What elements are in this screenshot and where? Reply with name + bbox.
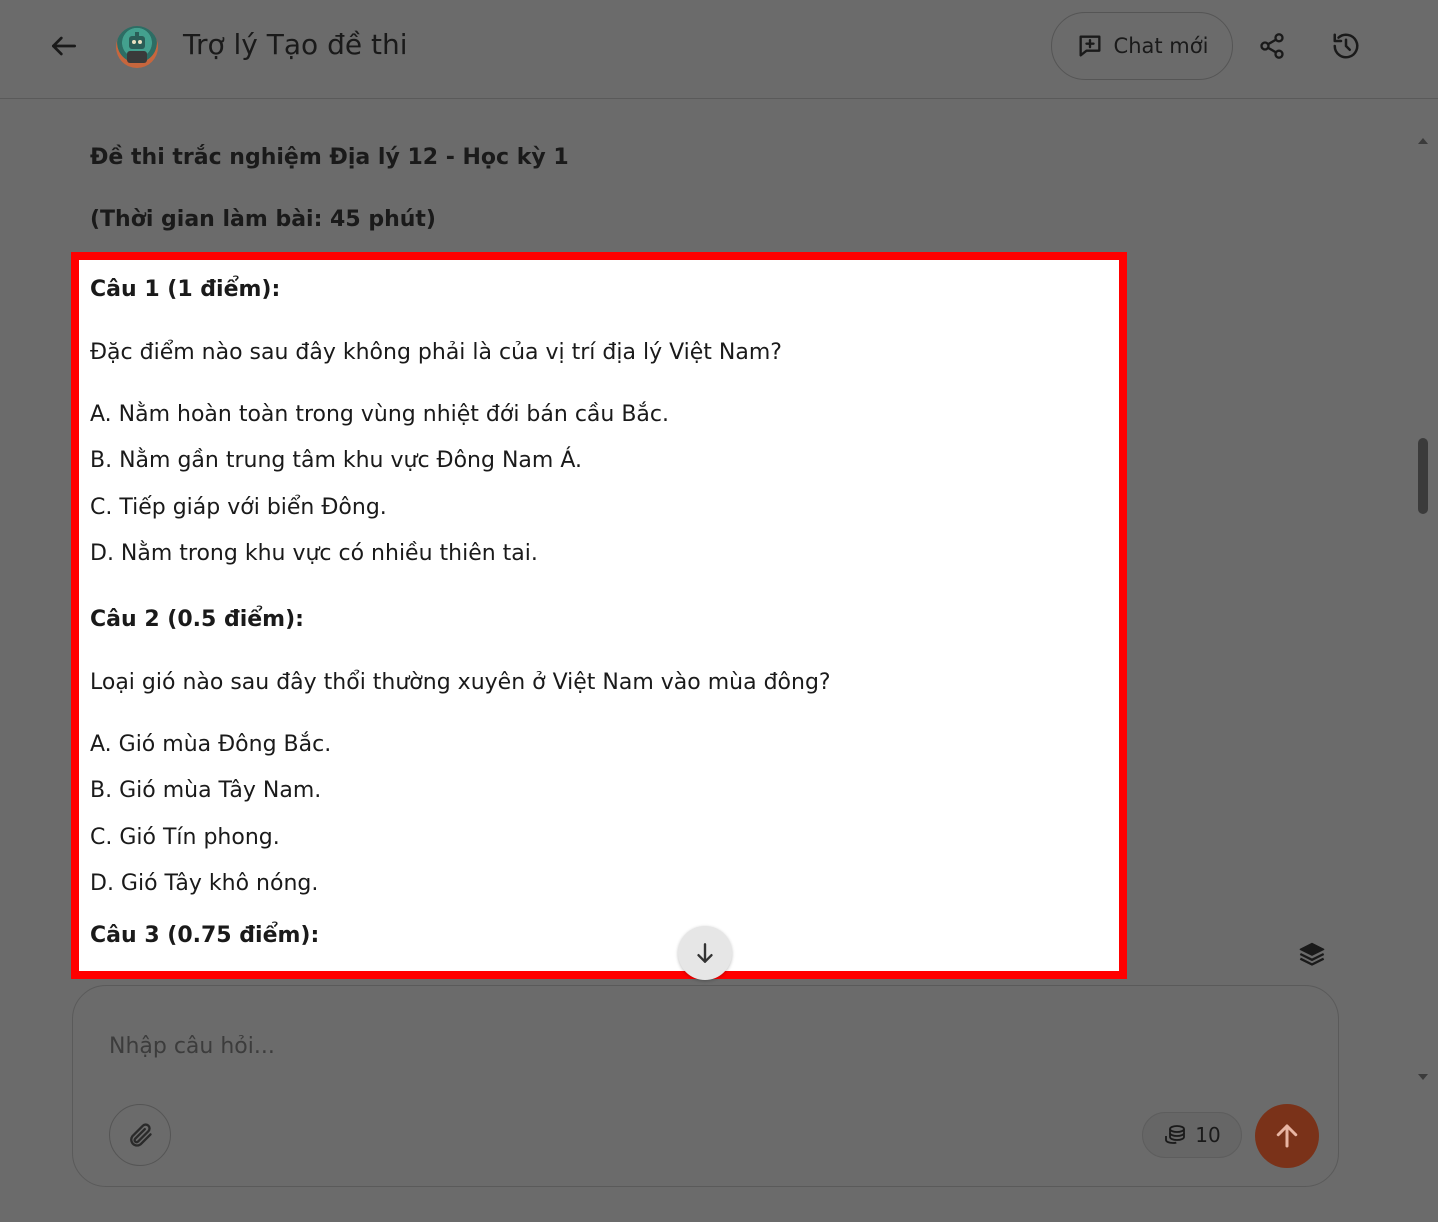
share-button[interactable] xyxy=(1252,26,1292,66)
question-3-heading: Câu 3 (0.75 điểm): xyxy=(90,923,320,948)
highlighted-exam-content: Câu 1 (1 điểm): Đặc điểm nào sau đây khô… xyxy=(71,252,1127,979)
arrow-up-icon xyxy=(1276,1124,1298,1148)
robot-avatar-icon xyxy=(127,32,147,63)
layers-button[interactable] xyxy=(1292,934,1332,974)
new-chat-button[interactable]: Chat mới xyxy=(1051,12,1233,80)
paperclip-icon xyxy=(130,1123,152,1147)
scrollbar-down-arrow[interactable] xyxy=(1416,1072,1430,1082)
scroll-to-bottom-button[interactable] xyxy=(678,926,732,980)
credits-badge: 10 xyxy=(1142,1112,1242,1158)
arrow-left-icon xyxy=(52,36,76,56)
page-title: Trợ lý Tạo đề thi xyxy=(183,28,408,61)
question-1-heading: Câu 1 (1 điểm): xyxy=(90,277,281,302)
question-2-option-a: A. Gió mùa Đông Bắc. xyxy=(90,732,332,757)
share-icon xyxy=(1260,33,1284,59)
question-2-option-d: D. Gió Tây khô nóng. xyxy=(90,871,319,896)
question-1-option-a: A. Nằm hoàn toàn trong vùng nhiệt đới bá… xyxy=(90,402,669,427)
exam-duration: (Thời gian làm bài: 45 phút) xyxy=(90,207,436,232)
message-plus-icon xyxy=(1079,35,1101,57)
history-icon xyxy=(1333,33,1359,59)
send-button[interactable] xyxy=(1255,1104,1319,1168)
credits-count: 10 xyxy=(1195,1123,1221,1147)
question-2-text: Loại gió nào sau đây thổi thường xuyên ở… xyxy=(90,670,831,695)
app-header: Trợ lý Tạo đề thi Chat mới xyxy=(0,0,1438,99)
question-1-option-c: C. Tiếp giáp với biển Đông. xyxy=(90,495,387,520)
layers-icon xyxy=(1299,942,1325,966)
question-2-heading: Câu 2 (0.5 điểm): xyxy=(90,607,304,632)
attach-button[interactable] xyxy=(109,1104,171,1166)
question-1-option-d: D. Nằm trong khu vực có nhiều thiên tai. xyxy=(90,541,538,566)
new-chat-label: Chat mới xyxy=(1113,34,1209,58)
scrollbar-thumb[interactable] xyxy=(1418,438,1428,514)
message-composer: 10 xyxy=(72,985,1339,1187)
question-input[interactable] xyxy=(109,1026,1109,1066)
coins-icon xyxy=(1165,1125,1186,1144)
scrollbar-up-arrow[interactable] xyxy=(1416,136,1430,146)
arrow-down-icon xyxy=(697,943,713,963)
question-2-option-c: C. Gió Tín phong. xyxy=(90,825,280,850)
history-button[interactable] xyxy=(1326,26,1366,66)
question-1-text: Đặc điểm nào sau đây không phải là của v… xyxy=(90,340,782,365)
question-1-option-b: B. Nằm gần trung tâm khu vực Đông Nam Á. xyxy=(90,448,582,473)
back-button[interactable] xyxy=(44,26,84,66)
assistant-avatar xyxy=(116,26,158,68)
exam-title: Đề thi trắc nghiệm Địa lý 12 - Học kỳ 1 xyxy=(90,145,569,170)
question-2-option-b: B. Gió mùa Tây Nam. xyxy=(90,778,322,803)
